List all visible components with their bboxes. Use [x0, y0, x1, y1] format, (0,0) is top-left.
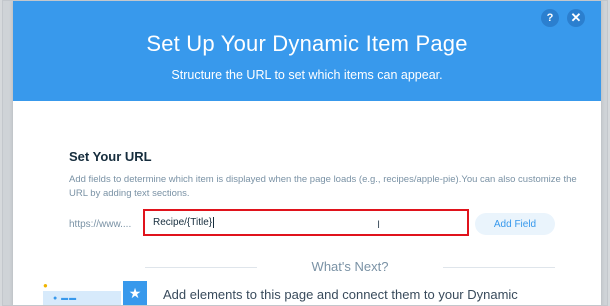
url-input-value: Recipe/{Title} — [153, 217, 213, 229]
dialog-subtitle: Structure the URL to set which items can… — [171, 68, 443, 82]
app-frame: Set Up Your Dynamic Item Page Structure … — [2, 0, 608, 306]
star-icon: ★ — [123, 281, 147, 305]
dynamic-item-page-dialog: Set Up Your Dynamic Item Page Structure … — [13, 1, 601, 305]
add-field-button[interactable]: Add Field — [475, 213, 555, 235]
dialog-header: Set Up Your Dynamic Item Page Structure … — [13, 1, 601, 101]
text-cursor-icon: I — [377, 219, 381, 231]
divider-line-left — [145, 267, 257, 268]
dynamic-page-illustration: ● ● ▬▬ ★ — [43, 281, 147, 305]
text-caret — [213, 217, 215, 228]
url-prefix: https://www.... — [69, 219, 132, 230]
illustration-dot-icon: ● — [43, 281, 48, 290]
url-structure-input[interactable]: Recipe/{Title} I — [143, 209, 469, 236]
whats-next-divider: What's Next? — [145, 259, 555, 275]
whats-next-heading: What's Next? — [311, 259, 389, 274]
help-button[interactable]: ? — [541, 9, 559, 27]
url-section-title: Set Your URL — [69, 149, 152, 164]
whats-next-text: Add elements to this page and connect th… — [163, 287, 518, 302]
close-button[interactable]: ✕ — [567, 9, 585, 27]
url-section-description: Add fields to determine which item is di… — [69, 174, 577, 199]
close-icon: ✕ — [570, 10, 582, 25]
divider-line-right — [443, 267, 555, 268]
help-icon: ? — [546, 12, 554, 24]
url-input-value-wrap: Recipe/{Title} — [153, 217, 215, 229]
dialog-title: Set Up Your Dynamic Item Page — [146, 31, 468, 56]
illustration-dots-icon: ● ▬▬ — [53, 295, 78, 302]
